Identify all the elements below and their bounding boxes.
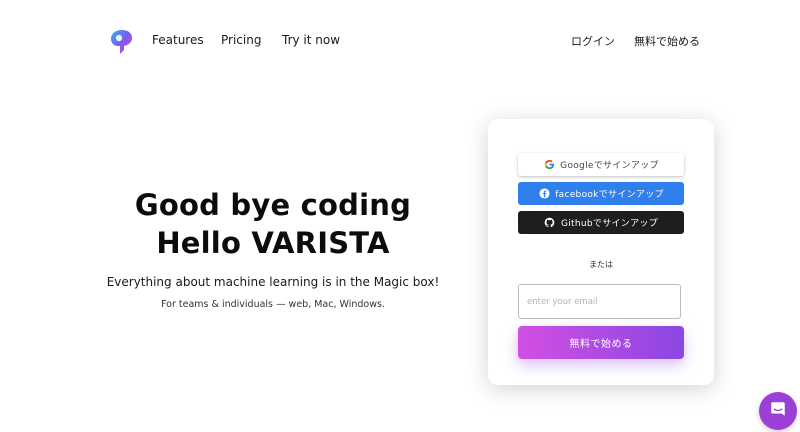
hero-platforms-note: For teams & individuals — web, Mac, Wind… — [161, 299, 385, 310]
google-signup-label: Googleでサインアップ — [560, 161, 659, 171]
nav-try-it-now-link[interactable]: Try it now — [282, 33, 340, 47]
facebook-signup-button[interactable]: facebookでサインアップ — [518, 182, 684, 205]
email-input[interactable] — [518, 284, 681, 319]
nav-login-link[interactable]: ログイン — [571, 33, 615, 49]
hero-title-line2: Hello VARISTA — [156, 226, 390, 260]
start-free-button[interactable]: 無料で始める — [518, 326, 684, 359]
google-signup-button[interactable]: Googleでサインアップ — [518, 153, 684, 176]
chat-icon — [769, 400, 787, 422]
or-divider-text: または — [589, 260, 613, 269]
top-nav: Features Pricing Try it now ログイン 無料で始める — [0, 0, 800, 80]
signup-card: Googleでサインアップ facebookでサインアップ Githubでサイン… — [488, 119, 714, 385]
hero-section: Good bye coding Hello VARISTA Everything… — [100, 186, 446, 310]
facebook-icon — [538, 188, 550, 200]
facebook-signup-label: facebookでサインアップ — [555, 190, 664, 200]
nav-features-link[interactable]: Features — [152, 33, 204, 47]
github-icon — [544, 217, 556, 229]
nav-pricing-link[interactable]: Pricing — [221, 33, 261, 47]
varista-logo-icon[interactable] — [110, 29, 134, 55]
chat-launcher-button[interactable] — [759, 392, 797, 430]
github-signup-label: Githubでサインアップ — [560, 219, 659, 229]
google-icon — [543, 159, 555, 171]
nav-start-free-link[interactable]: 無料で始める — [634, 33, 700, 49]
github-signup-button[interactable]: Githubでサインアップ — [518, 211, 684, 234]
hero-title-line1: Good bye coding — [134, 188, 412, 222]
hero-subtitle: Everything about machine learning is in … — [106, 275, 440, 289]
